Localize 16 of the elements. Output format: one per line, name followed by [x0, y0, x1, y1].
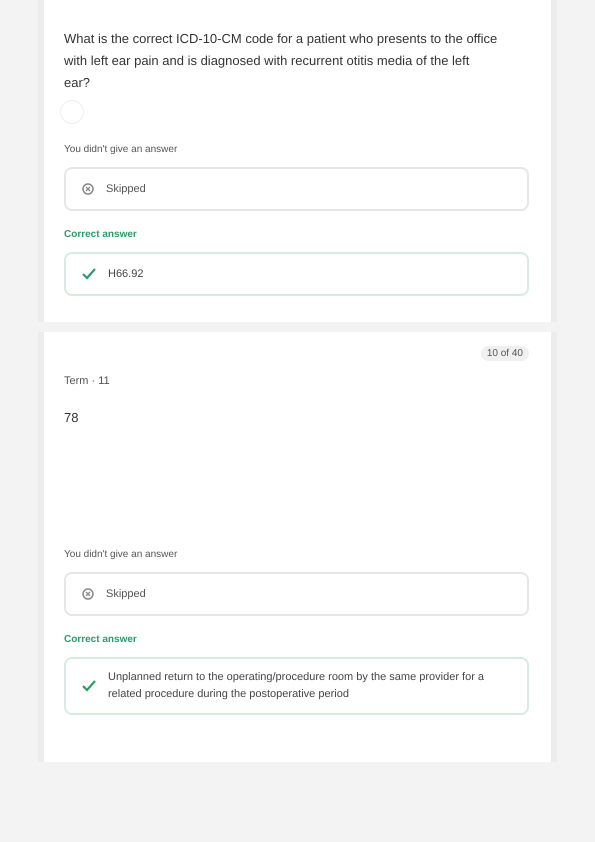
- checkmark-icon: [82, 680, 96, 692]
- card-counter: 10 of 40: [480, 346, 529, 361]
- term-label: Term · 11: [64, 375, 111, 387]
- correct-answer-label: Correct answer: [64, 229, 138, 240]
- checkmark-icon: [82, 268, 96, 280]
- your-answer-text: Skipped: [106, 183, 146, 195]
- question-text: 78: [64, 409, 80, 427]
- correct-answer-text: H66.92: [108, 266, 144, 282]
- correct-answer-text: Unplanned return to the operating/procedure room by the same provider for a related procedure during the postoperative period: [108, 670, 486, 702]
- question-text: What is the correct ICD-10-CM code for a patient who presents to the office with left ear pain and is diagnosed with recurrent otitis media of the left ear?: [64, 30, 498, 92]
- correct-answer-label: Correct answer: [64, 634, 138, 645]
- skip-icon: [82, 183, 94, 195]
- your-answer-label: You didn't give an answer: [64, 144, 178, 155]
- your-answer-label: You didn't give an answer: [64, 549, 178, 560]
- your-answer-text: Skipped: [106, 588, 146, 600]
- skip-icon: [82, 588, 94, 600]
